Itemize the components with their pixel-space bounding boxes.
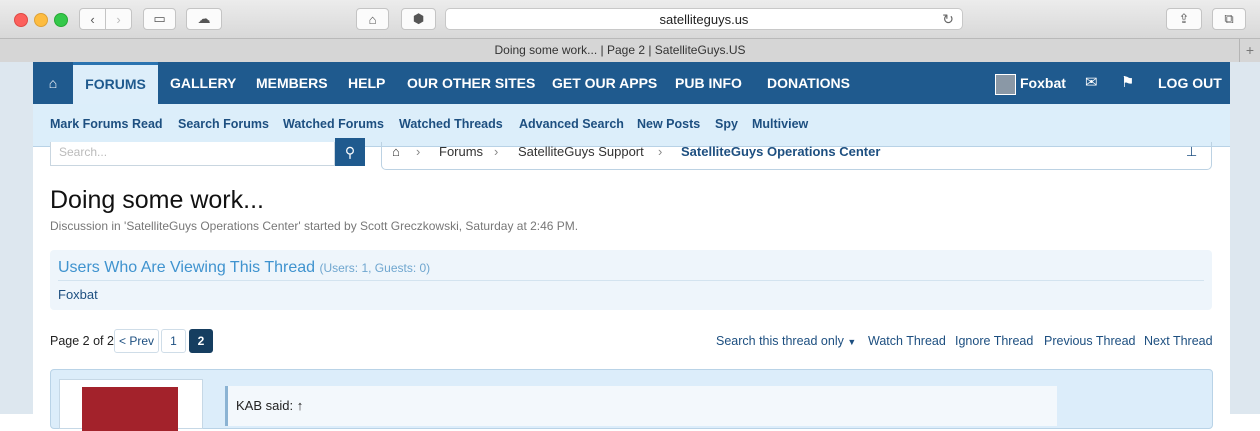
page-link-1[interactable]: 1 [161,329,186,353]
chevron-left-icon: ‹ [90,11,95,27]
main-nav: ⌂ FORUMS GALLERY MEMBERS HELP OUR OTHER … [33,62,1230,104]
breadcrumb-separator: › [494,144,499,159]
subnav-search-forums[interactable]: Search Forums [178,117,269,131]
username: Foxbat [1020,75,1066,91]
address-bar-url: satelliteguys.us [659,11,749,27]
address-bar[interactable]: satelliteguys.us ↻ [445,8,963,30]
nav-forums[interactable]: FORUMS [73,62,158,104]
icloud-tabs-button[interactable]: ☁ [186,8,222,30]
nav-help[interactable]: HELP [348,62,385,104]
page-margin-left [0,62,33,414]
zoom-window-button[interactable] [54,13,68,27]
viewers-heading: Users Who Are Viewing This Thread (Users… [58,259,430,277]
nav-other-sites[interactable]: OUR OTHER SITES [407,62,535,104]
minimize-window-button[interactable] [34,13,48,27]
avatar[interactable] [82,387,178,431]
home-icon: ⌂ [368,11,377,27]
chevron-right-icon: › [116,11,121,27]
subnav-advanced-search[interactable]: Advanced Search [519,117,624,131]
back-button[interactable]: ‹ [79,8,106,30]
sitemap-icon[interactable]: ⊥ [1186,144,1197,160]
tabs-overview-button[interactable]: ⧉ [1212,8,1246,30]
subnav-spy[interactable]: Spy [715,117,738,131]
subnav-multiview[interactable]: Multiview [752,117,808,131]
reload-icon[interactable]: ↻ [942,11,954,28]
search-button[interactable]: ⚲ [335,138,365,166]
share-icon: ⇪ [1178,11,1190,26]
home-icon: ⌂ [48,75,58,91]
nav-gallery[interactable]: GALLERY [170,62,236,104]
nav-pub-info[interactable]: PUB INFO [675,62,742,104]
viewers-panel: Users Who Are Viewing This Thread (Users… [50,250,1212,310]
home-icon: ⌂ [392,144,400,159]
search-input[interactable]: Search... [50,142,335,166]
thread-description: Discussion in 'SatelliteGuys Operations … [50,219,579,233]
divider [58,280,1204,281]
logout-link[interactable]: LOG OUT [1158,62,1222,104]
browser-toolbar: ‹ › ▭ ☁ ⌂ ⬢ satelliteguys.us ↻ ⇪ ⧉ [0,0,1260,39]
quote-attribution[interactable]: KAB said: ↑ [236,398,303,413]
nav-donations[interactable]: DONATIONS [767,62,850,104]
page-margin-right [1230,62,1260,414]
subnav-watched-forums[interactable]: Watched Forums [283,117,384,131]
search-thread-dropdown[interactable]: Search this thread only ▼ [716,334,856,348]
tab-bar: Doing some work... | Page 2 | SatelliteG… [0,39,1260,63]
next-thread-link[interactable]: Next Thread [1144,334,1213,348]
breadcrumb: ⌂ › Forums › SatelliteGuys Support › Sat… [381,142,1212,170]
share-button[interactable]: ⇪ [1166,8,1202,30]
tabs-icon: ⧉ [1224,11,1234,26]
sidebar-button[interactable]: ▭ [143,8,176,30]
nav-members[interactable]: MEMBERS [256,62,328,104]
post-container: KAB said: ↑ [50,369,1213,431]
page-indicator: Page 2 of 2 [50,334,114,348]
previous-thread-link[interactable]: Previous Thread [1044,334,1136,348]
extension-button[interactable]: ⬢ [401,8,436,30]
viewers-count: (Users: 1, Guests: 0) [319,261,431,275]
breadcrumb-separator: › [658,144,663,159]
flag-icon: ⚑ [1121,74,1135,91]
nav-get-apps[interactable]: GET OUR APPS [552,62,657,104]
breadcrumb-current[interactable]: SatelliteGuys Operations Center [681,144,880,159]
watch-thread-link[interactable]: Watch Thread [868,334,946,348]
inbox-button[interactable]: ✉ [1085,62,1098,104]
home-button[interactable]: ⌂ [356,8,389,30]
breadcrumb-support[interactable]: SatelliteGuys Support [518,144,644,159]
ignore-thread-link[interactable]: Ignore Thread [955,334,1033,348]
search-thread-label: Search this thread only [716,334,844,348]
avatar [995,73,1016,95]
tab-active[interactable]: Doing some work... | Page 2 | SatelliteG… [0,43,1240,57]
breadcrumb-home[interactable]: ⌂ [392,144,400,159]
cloud-icon: ☁ [197,11,211,26]
page-title: Doing some work... [50,186,264,214]
subnav-new-posts[interactable]: New Posts [637,117,700,131]
user-menu[interactable]: Foxbat [995,62,1066,104]
post-avatar-frame [59,379,203,431]
sidebar-icon: ▭ [153,11,166,26]
viewers-heading-label: Users Who Are Viewing This Thread [58,259,316,276]
new-tab-button[interactable]: + [1239,39,1260,62]
quote-block: KAB said: ↑ [225,386,1057,426]
sub-nav: Mark Forums Read Search Forums Watched F… [33,104,1230,147]
forward-button[interactable]: › [105,8,132,30]
page-link-2[interactable]: 2 [189,329,213,353]
subnav-mark-forums-read[interactable]: Mark Forums Read [50,117,163,131]
close-window-button[interactable] [14,13,28,27]
search-icon: ⚲ [344,143,356,160]
shield-icon: ⬢ [412,11,425,26]
envelope-icon: ✉ [1085,74,1098,91]
breadcrumb-forums[interactable]: Forums [439,144,483,159]
caret-down-icon: ▼ [847,337,857,347]
alerts-button[interactable]: ⚑ [1121,62,1134,104]
viewer-link[interactable]: Foxbat [58,287,98,302]
prev-page-button[interactable]: < Prev [114,329,159,353]
subnav-watched-threads[interactable]: Watched Threads [399,117,503,131]
nav-home[interactable]: ⌂ [33,62,73,104]
breadcrumb-separator: › [416,144,421,159]
